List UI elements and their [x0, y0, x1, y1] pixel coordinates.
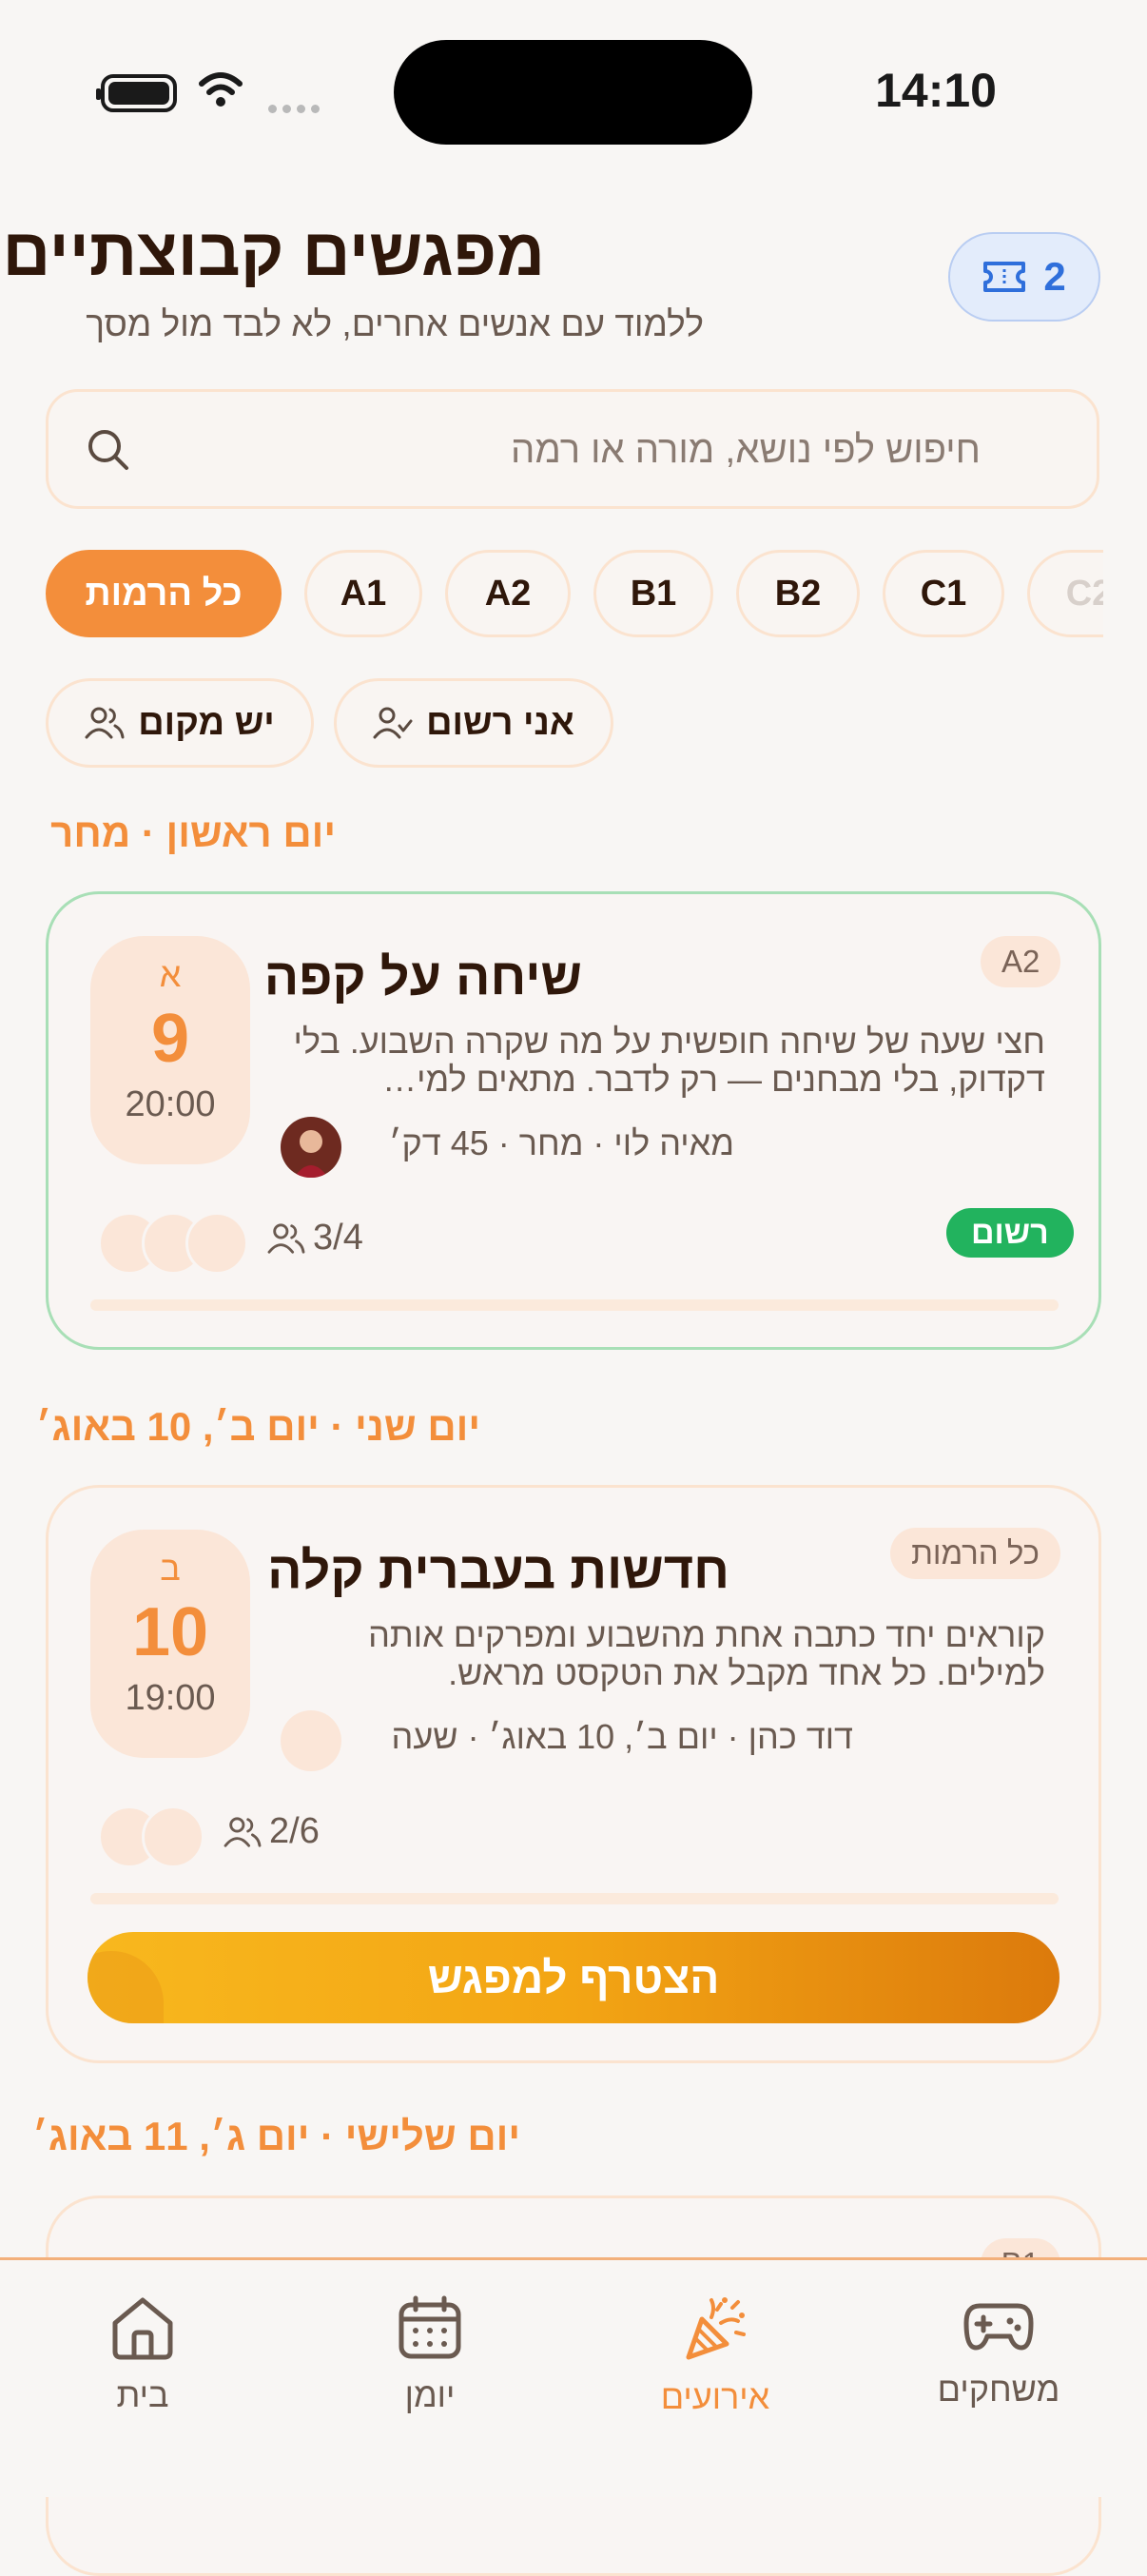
- nav-item-events[interactable]: אירועים: [620, 2294, 810, 2417]
- user-check-icon: [373, 707, 413, 739]
- tickets-button[interactable]: 2: [948, 232, 1100, 322]
- event-description: חצי שעה של שיחה חופשית על מה שקרה השבוע.…: [293, 1023, 1045, 1099]
- level-badge: כל הרמות: [890, 1528, 1060, 1579]
- nav-item-calendar[interactable]: יומן: [335, 2294, 525, 2415]
- nav-item-games[interactable]: משחקים: [904, 2294, 1094, 2410]
- event-title: חדשות בעברית קלה: [267, 1542, 729, 1599]
- chip-all-levels[interactable]: כל הרמות: [46, 550, 282, 637]
- chip-c1[interactable]: C1: [883, 550, 1004, 637]
- battery-icon: [96, 74, 177, 112]
- event-weekday: ב: [160, 1549, 181, 1588]
- nav-item-home[interactable]: בית: [48, 2294, 238, 2415]
- nav-label-calendar: יומן: [404, 2375, 456, 2414]
- chip-b1[interactable]: B1: [593, 550, 713, 637]
- wifi-icon: [199, 72, 243, 107]
- event-day-number: 10: [131, 1594, 209, 1670]
- join-event-label: הצטרף למפגש: [427, 1953, 720, 2002]
- event-meta: מאיה לוי · מחר · 45 דק׳: [388, 1123, 734, 1162]
- ticket-icon: [983, 262, 1026, 292]
- tickets-count: 2: [1043, 254, 1066, 299]
- event-weekday: א: [159, 955, 182, 994]
- attendance-count: 3/4: [267, 1218, 363, 1259]
- status-time: 14:10: [875, 64, 997, 117]
- attendee-avatar: [185, 1212, 248, 1275]
- event-card[interactable]: א 9 20:00 A2 שיחה על קפה חצי שעה של שיחה…: [46, 891, 1101, 1350]
- registered-badge: רשום: [946, 1208, 1074, 1258]
- page-subtitle: ללמוד עם אנשים אחרים, לא לבד מול מסך: [86, 304, 704, 343]
- event-title: שיחה על קפה: [263, 948, 582, 1005]
- users-icon: [85, 707, 125, 739]
- host-avatar: [281, 1117, 341, 1178]
- home-icon: [112, 2297, 173, 2360]
- chip-b2[interactable]: B2: [736, 550, 860, 637]
- calendar-icon: [399, 2295, 461, 2359]
- chip-a2[interactable]: A2: [445, 550, 571, 637]
- chip-a1[interactable]: A1: [304, 550, 422, 637]
- filter-registered-label: אני רשום: [426, 702, 574, 743]
- search-bar[interactable]: [46, 389, 1099, 509]
- event-day-number: 9: [150, 1001, 190, 1077]
- search-icon: [88, 430, 128, 470]
- event-date-box: ב 10 19:00: [90, 1530, 250, 1758]
- level-filter-row: כל הרמות A1 A2 B1 B2 C1 C2: [0, 547, 1103, 642]
- capacity-bar: [90, 1893, 1059, 1904]
- nav-label-events: אירועים: [660, 2377, 770, 2416]
- nav-label-games: משחקים: [937, 2370, 1060, 2409]
- nav-label-home: בית: [116, 2375, 169, 2414]
- filter-registered[interactable]: אני רשום: [334, 678, 613, 768]
- filter-has-space[interactable]: יש מקום: [46, 678, 314, 768]
- dynamic-island: [394, 40, 752, 145]
- event-time: 19:00: [125, 1678, 216, 1718]
- event-time: 20:00: [125, 1084, 216, 1124]
- attendance-count: 2/6: [224, 1811, 320, 1852]
- bottom-nav: משחקים אירועים יומן בית: [0, 2257, 1147, 2497]
- page-title: מפגשים קבוצתיים: [2, 215, 545, 289]
- day-header: יום שני · יום ב׳, 10 באוג׳: [35, 1404, 481, 1449]
- level-badge: A2: [981, 936, 1061, 987]
- host-avatar: [281, 1710, 341, 1771]
- attendance-text: 2/6: [269, 1811, 320, 1851]
- search-input[interactable]: [161, 420, 982, 479]
- users-icon: [267, 1222, 305, 1254]
- join-event-button[interactable]: הצטרף למפגש: [87, 1932, 1060, 2023]
- event-date-box: א 9 20:00: [90, 936, 250, 1164]
- capacity-bar: [90, 1299, 1059, 1311]
- day-header: יום שלישי · יום ג׳, 11 באוג׳: [31, 2114, 520, 2158]
- chip-c2[interactable]: C2: [1027, 550, 1103, 637]
- event-description: קוראים יחד כתבה אחת מהשבוע ומפרקים אותה …: [368, 1616, 1045, 1692]
- attendee-avatar: [142, 1805, 204, 1868]
- gamepad-icon: [963, 2303, 1034, 2351]
- filter-has-space-label: יש מקום: [138, 702, 275, 743]
- signal-icon: [268, 101, 325, 118]
- party-popper-icon: [686, 2297, 746, 2360]
- day-header: יום ראשון · מחר: [50, 810, 336, 855]
- users-icon: [224, 1816, 262, 1847]
- event-meta: דוד כהן · יום ב׳, 10 באוג׳ · שעה: [391, 1717, 853, 1756]
- attendance-text: 3/4: [313, 1218, 363, 1258]
